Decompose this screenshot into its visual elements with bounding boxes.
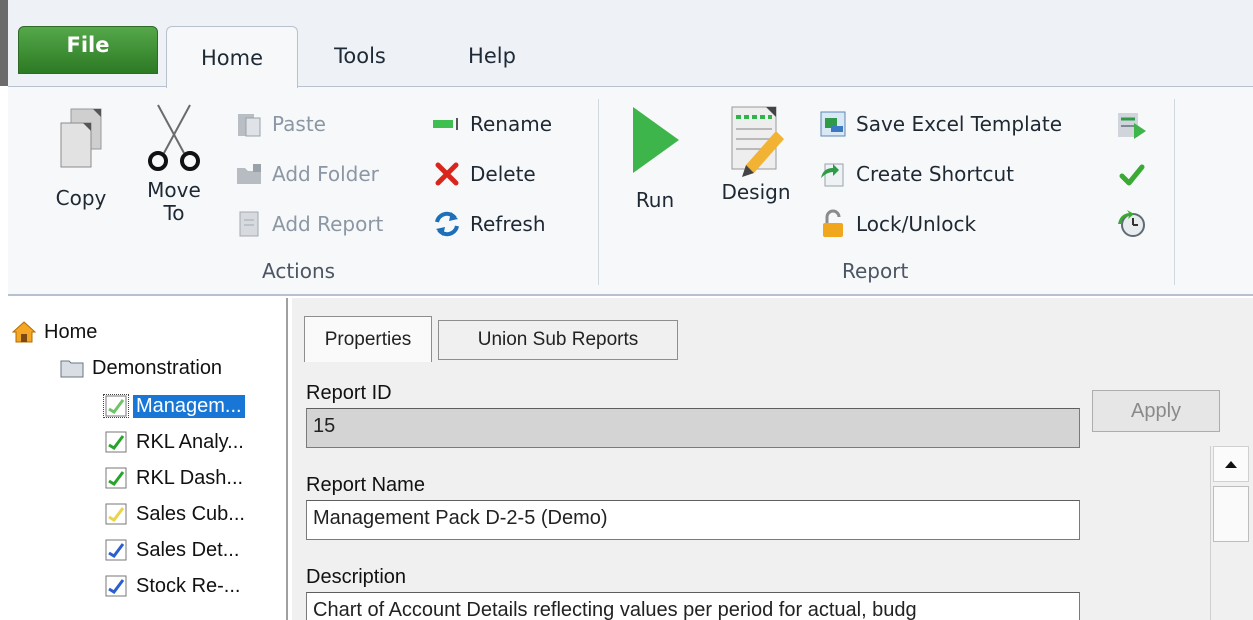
shortcut-icon [818,159,848,189]
report-name-field[interactable]: Management Pack D-2-5 (Demo) [306,500,1080,540]
run-button[interactable]: Run [620,103,690,212]
tab-tools[interactable]: Tools [312,26,408,86]
home-icon [12,321,36,343]
paste-icon [234,109,264,139]
move-label-1: Move [147,178,201,202]
add-report-button[interactable]: Add Report [234,207,383,241]
ribbon: Copy Move To Paste Add Folder Add Report [8,86,1253,296]
paste-button[interactable]: Paste [234,107,326,141]
rename-icon [432,109,462,139]
lock-icon [818,209,848,239]
report-name-label: Report Name [306,474,425,496]
tree-node-home[interactable]: Home [12,318,100,346]
refresh-button[interactable]: Refresh [432,207,546,241]
checkmark-icon[interactable] [1114,157,1150,193]
scroll-up-arrow-icon[interactable] [1213,446,1249,482]
move-label-2: To [163,201,185,225]
tab-union-sub-reports[interactable]: Union Sub Reports [438,320,678,360]
copy-icon [60,108,102,168]
group-separator-2 [1174,99,1175,285]
properties-panel: Properties Union Sub Reports Report ID 1… [292,298,1253,620]
copy-button[interactable]: Copy [42,107,120,210]
add-folder-button[interactable]: Add Folder [234,157,379,191]
report-icon [104,575,128,597]
move-to-button[interactable]: Move To [134,101,214,225]
report-group-label: Report [842,259,909,283]
tree-item-report[interactable]: RKL Dash... [104,464,246,492]
tree-item-report[interactable]: Managem... [103,392,245,420]
rename-button[interactable]: Rename [432,107,552,141]
tab-home[interactable]: Home [166,26,298,88]
delete-x-icon [432,159,462,189]
description-label: Description [306,566,407,588]
tab-file[interactable]: File [18,26,158,74]
add-folder-icon [234,159,264,189]
report-icon [103,394,129,418]
tree-item-report[interactable]: RKL Analy... [104,428,247,456]
play-icon [633,107,679,173]
folder-icon [60,357,84,379]
refresh-icon [432,209,462,239]
lock-unlock-button[interactable]: Lock/Unlock [818,207,976,241]
delete-button[interactable]: Delete [432,157,536,191]
report-icon [104,467,128,489]
excel-template-icon [818,109,848,139]
tab-help[interactable]: Help [444,26,540,86]
scrollbar[interactable] [1210,446,1250,620]
create-shortcut-button[interactable]: Create Shortcut [818,157,1014,191]
copy-label: Copy [55,186,107,210]
report-id-label: Report ID [306,382,392,404]
group-separator [598,99,599,285]
tree-item-report[interactable]: Sales Det... [104,536,242,564]
design-button[interactable]: Design [712,103,800,204]
report-icon [104,431,128,453]
add-report-icon [234,209,264,239]
description-field[interactable]: Chart of Account Details reflecting valu… [306,592,1080,620]
apply-button[interactable]: Apply [1092,390,1220,432]
tree-item-report[interactable]: Stock Re-... [104,572,243,600]
run-list-icon[interactable] [1114,107,1150,143]
tab-properties[interactable]: Properties [304,316,432,362]
save-excel-template-button[interactable]: Save Excel Template [818,107,1062,141]
report-icon [104,539,128,561]
actions-group-label: Actions [262,259,336,283]
report-id-field: 15 [306,408,1080,448]
tree-item-report[interactable]: Sales Cub... [104,500,248,528]
report-tree[interactable]: Home Demonstration Managem... RKL Analy.… [8,298,288,620]
schedule-history-icon[interactable] [1114,207,1150,243]
report-icon [104,503,128,525]
design-icon [731,106,784,177]
scroll-thumb[interactable] [1213,486,1249,542]
scissors-icon [148,104,200,171]
ribbon-tab-strip: File Home Tools Help [0,0,1253,88]
tree-node-demonstration[interactable]: Demonstration [60,354,225,382]
